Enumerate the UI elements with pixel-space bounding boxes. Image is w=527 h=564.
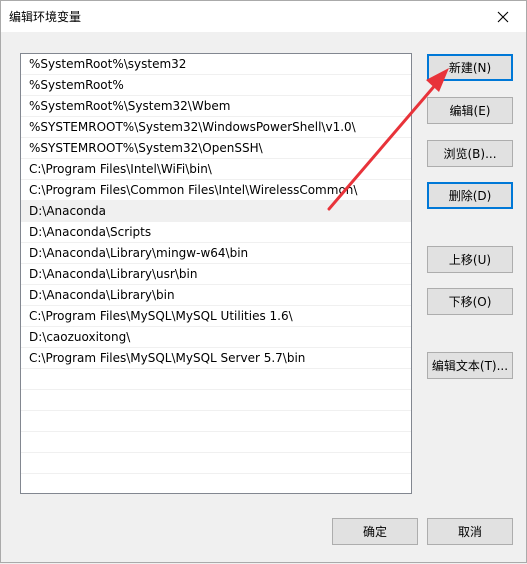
list-item[interactable]: C:\Program Files\MySQL\MySQL Utilities 1… — [21, 306, 411, 327]
cancel-button[interactable]: 取消 — [427, 518, 513, 545]
list-item[interactable]: C:\Program Files\Common Files\Intel\Wire… — [21, 180, 411, 201]
list-item[interactable]: %SystemRoot% — [21, 75, 411, 96]
title-bar[interactable]: 编辑环境变量 — [1, 1, 526, 32]
close-button[interactable] — [480, 1, 526, 32]
edit-text-button[interactable]: 编辑文本(T)... — [427, 352, 513, 379]
list-item[interactable]: %SYSTEMROOT%\System32\OpenSSH\ — [21, 138, 411, 159]
list-item[interactable] — [21, 474, 411, 493]
ok-button[interactable]: 确定 — [332, 518, 418, 545]
list-item[interactable]: C:\Program Files\Intel\WiFi\bin\ — [21, 159, 411, 180]
list-item[interactable] — [21, 369, 411, 390]
move-down-button[interactable]: 下移(O) — [427, 288, 513, 315]
edit-env-var-dialog: 编辑环境变量 %SystemRoot%\system32 %SystemRoot%… — [0, 0, 527, 563]
new-button[interactable]: 新建(N) — [427, 54, 513, 81]
list-item[interactable]: D:\Anaconda\Library\usr\bin — [21, 264, 411, 285]
browse-button[interactable]: 浏览(B)... — [427, 140, 513, 167]
list-item[interactable] — [21, 432, 411, 453]
path-list[interactable]: %SystemRoot%\system32 %SystemRoot% %System… — [20, 53, 412, 494]
list-item[interactable]: C:\Program Files\MySQL\MySQL Server 5.7\… — [21, 348, 411, 369]
move-up-button[interactable]: 上移(U) — [427, 246, 513, 273]
edit-button[interactable]: 编辑(E) — [427, 97, 513, 124]
list-item[interactable] — [21, 453, 411, 474]
list-item[interactable]: %SystemRoot%\System32\Wbem — [21, 96, 411, 117]
delete-button[interactable]: 删除(D) — [427, 182, 513, 209]
list-item[interactable]: %SystemRoot%\system32 — [21, 54, 411, 75]
list-item[interactable]: D:\Anaconda\Scripts — [21, 222, 411, 243]
list-item[interactable]: %SYSTEMROOT%\System32\WindowsPowerShell\… — [21, 117, 411, 138]
list-item[interactable]: D:\caozuoxitong\ — [21, 327, 411, 348]
list-item[interactable]: D:\Anaconda — [21, 201, 411, 222]
window-title: 编辑环境变量 — [9, 10, 82, 24]
list-item[interactable]: D:\Anaconda\Library\bin — [21, 285, 411, 306]
list-item[interactable]: D:\Anaconda\Library\mingw-w64\bin — [21, 243, 411, 264]
list-item[interactable] — [21, 390, 411, 411]
list-item[interactable] — [21, 411, 411, 432]
close-icon — [497, 11, 509, 22]
